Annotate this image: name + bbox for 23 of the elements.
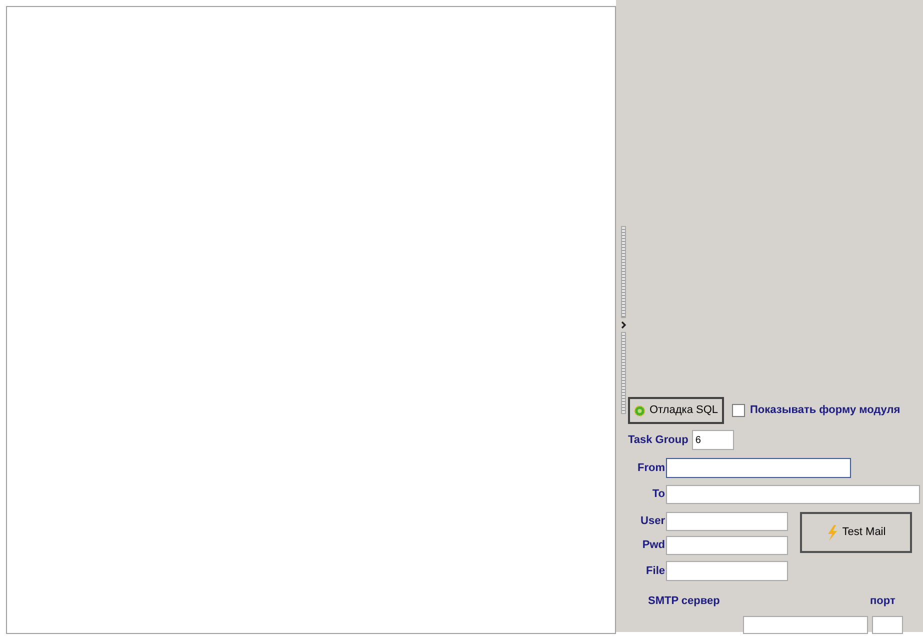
input-field[interactable] [666, 512, 788, 531]
port-field[interactable] [872, 616, 903, 634]
splitter-handle[interactable] [620, 226, 627, 416]
debug-sql-button[interactable]: Отладка SQL [628, 397, 724, 424]
checkbox-label: Показывать форму модуля [750, 403, 900, 418]
module-form-checkbox[interactable] [732, 404, 745, 417]
field-label: From [636, 460, 666, 476]
input-field[interactable] [666, 458, 851, 478]
input-field[interactable] [666, 561, 788, 581]
field-label: Task Group [628, 432, 688, 448]
input-field[interactable] [666, 536, 788, 555]
test-mail-button[interactable]: Test Mail [800, 512, 912, 553]
task-group-field[interactable]: 6 [692, 430, 734, 450]
lightning-icon [826, 524, 838, 540]
field-label: To [651, 487, 666, 502]
port-label: порт [870, 594, 896, 609]
smtp-server-field[interactable] [743, 616, 868, 634]
gear-icon [634, 404, 646, 418]
field-label: File [645, 564, 666, 579]
smtp-server-label: SMTP сервер [648, 594, 721, 609]
field-label: User [640, 514, 666, 530]
field-label: Pwd [641, 538, 666, 554]
input-field[interactable] [666, 485, 920, 504]
